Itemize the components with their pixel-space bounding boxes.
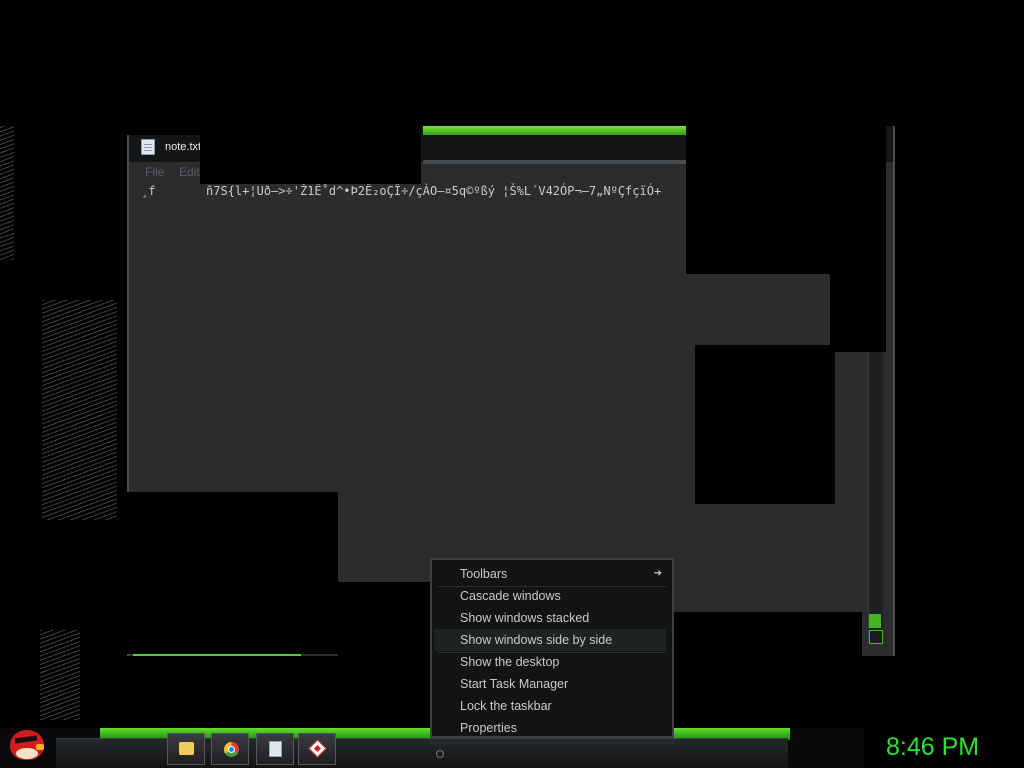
- black-region: [672, 612, 862, 672]
- menu-item-show-the-desktop[interactable]: Show the desktop: [434, 651, 666, 673]
- menu-item-label: Show the desktop: [460, 655, 560, 669]
- taskbar-chrome-button[interactable]: [211, 733, 249, 765]
- folder-icon: [179, 742, 194, 755]
- text-content: ¸f ñ7S{l+¦Uð–>÷'Ž1Ë˚d^•Þ2Ê₂oÇÎ÷/çÀO—¤5q©…: [141, 184, 662, 198]
- vertical-scrollbar[interactable]: [868, 352, 883, 642]
- menu-item-show-windows-side-by-side[interactable]: Show windows side by side: [434, 629, 666, 651]
- submenu-arrow-icon: ➔: [653, 568, 662, 579]
- taskbar-bar[interactable]: [56, 738, 788, 768]
- desktop: note.txt File Edit ¸f ñ7S{l+¦Uð–>÷'Ž1Ë˚d…: [0, 0, 1024, 768]
- desktop-noise-bottom: [40, 630, 80, 720]
- menu-item-start-task-manager[interactable]: Start Task Manager: [434, 673, 666, 695]
- desktop-noise-streak: [42, 300, 117, 520]
- menu-item-label: Toolbars: [460, 567, 508, 581]
- menu-item-show-windows-stacked[interactable]: Show windows stacked: [434, 607, 666, 629]
- menu-item-label: Show windows side by side: [460, 633, 613, 647]
- menu-item-cascade-windows[interactable]: Cascade windows: [434, 585, 666, 607]
- black-region: [0, 0, 1024, 126]
- desktop-noise-left: [0, 110, 14, 260]
- black-region: [686, 126, 886, 274]
- taskbar-notepad-button[interactable]: [256, 733, 294, 765]
- menu-item-properties[interactable]: Properties: [434, 717, 666, 739]
- title-accent-bar: [423, 126, 689, 135]
- menu-item-lock-the-taskbar[interactable]: Lock the taskbar: [434, 695, 666, 717]
- black-region: [830, 274, 886, 352]
- bird-belly: [16, 748, 38, 759]
- resize-grip[interactable]: [869, 630, 883, 644]
- notepad-icon: [269, 741, 282, 757]
- taskbar-app-button[interactable]: [298, 733, 336, 765]
- menu-item-toolbars[interactable]: Toolbars ➔: [434, 563, 666, 585]
- bird-beak: [36, 744, 44, 750]
- tray-icon[interactable]: [436, 750, 444, 758]
- black-region: [118, 492, 338, 654]
- taskbar-context-menu: Toolbars ➔ Cascade windows Show windows …: [430, 558, 674, 738]
- menu-item-label: Lock the taskbar: [460, 699, 552, 713]
- clock-time[interactable]: 8:46 PM: [886, 733, 979, 762]
- notepad-icon: [141, 139, 155, 155]
- window-title: note.txt: [165, 141, 202, 153]
- menu-item-label: Show windows stacked: [460, 611, 590, 625]
- scroll-thumb[interactable]: [869, 614, 881, 628]
- app-icon: [308, 739, 327, 758]
- black-region: [127, 656, 433, 728]
- taskbar-explorer-button[interactable]: [167, 733, 205, 765]
- chrome-icon: [224, 742, 239, 757]
- menu-item-label: Properties: [460, 721, 517, 735]
- black-region: [695, 345, 835, 504]
- black-region: [338, 582, 433, 662]
- menu-edit[interactable]: Edit: [179, 165, 200, 179]
- menu-file[interactable]: File: [145, 165, 164, 179]
- black-region: [200, 126, 421, 184]
- menu-item-label: Cascade windows: [460, 589, 561, 603]
- menu-item-label: Start Task Manager: [460, 677, 569, 691]
